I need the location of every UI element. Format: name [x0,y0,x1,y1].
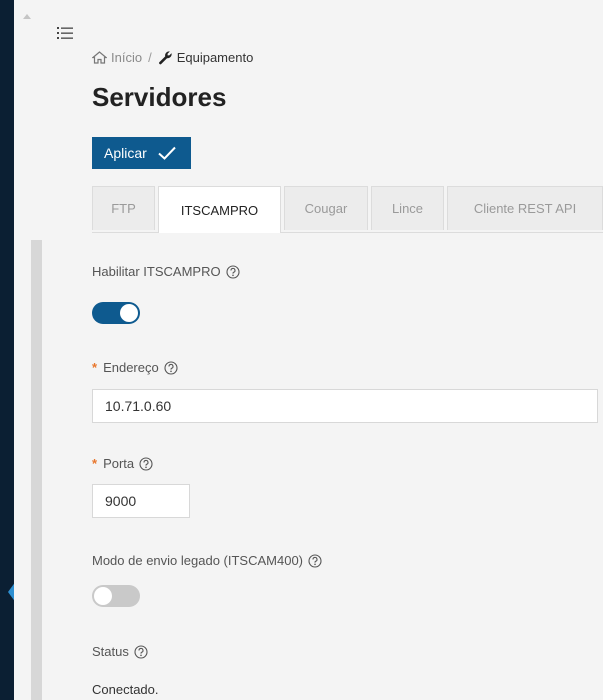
help-icon[interactable] [226,264,240,279]
help-icon[interactable] [134,644,148,659]
toggle-knob [120,304,138,322]
port-field[interactable] [92,484,190,518]
help-icon[interactable] [164,360,178,375]
tab-lince[interactable]: Lince [371,186,444,230]
breadcrumb: Início / Equipamento [92,50,253,65]
breadcrumb-home-label: Início [111,50,143,65]
required-marker: * [92,456,98,471]
tab-cliente-rest-api[interactable]: Cliente REST API [447,186,603,230]
checkmark-icon [158,146,176,160]
wrench-icon [158,51,172,65]
home-icon [92,51,107,64]
help-icon[interactable] [308,553,322,568]
address-field[interactable] [92,389,598,423]
legacy-mode-label-text: Modo de envio legado (ITSCAM400) [92,553,304,568]
status-label: Status [92,644,148,659]
breadcrumb-separator: / [148,50,152,65]
breadcrumb-current: Equipamento [158,50,254,65]
scroll-up-icon[interactable] [23,14,31,19]
tab-cliente-rest-api-label: Cliente REST API [473,201,577,216]
tab-lince-label: Lince [391,201,424,216]
status-value: Conectado. [92,682,159,697]
port-label: * Porta [92,456,153,471]
tab-cougar-label: Cougar [304,201,348,216]
address-label-text: Endereço [103,360,159,375]
menu-icon[interactable] [56,24,74,42]
toggle-knob [94,587,112,605]
required-marker: * [92,360,98,375]
scrollbar[interactable] [31,240,42,700]
address-label: * Endereço [92,360,178,375]
enable-label-text: Habilitar ITSCAMPRO [92,264,221,279]
enable-toggle[interactable] [92,302,140,324]
port-label-text: Porta [103,456,135,471]
breadcrumb-home[interactable]: Início [92,50,142,65]
tab-itscampro-label: ITSCAMPRO [180,202,259,218]
breadcrumb-current-label: Equipamento [176,50,254,65]
status-label-text: Status [92,644,129,659]
enable-label: Habilitar ITSCAMPRO [92,264,240,279]
legacy-mode-label: Modo de envio legado (ITSCAM400) [92,553,322,568]
apply-button[interactable]: Aplicar [92,137,191,169]
tab-ftp[interactable]: FTP [92,186,155,230]
tab-cougar[interactable]: Cougar [284,186,368,230]
legacy-mode-toggle[interactable] [92,585,140,607]
page-title: Servidores [92,82,227,112]
tab-itscampro[interactable]: ITSCAMPRO [158,186,281,233]
tab-ftp-label: FTP [111,201,136,216]
tab-bar: FTP ITSCAMPRO Cougar Lince Cliente REST … [92,186,603,233]
apply-button-label: Aplicar [104,145,147,161]
help-icon[interactable] [139,456,153,471]
